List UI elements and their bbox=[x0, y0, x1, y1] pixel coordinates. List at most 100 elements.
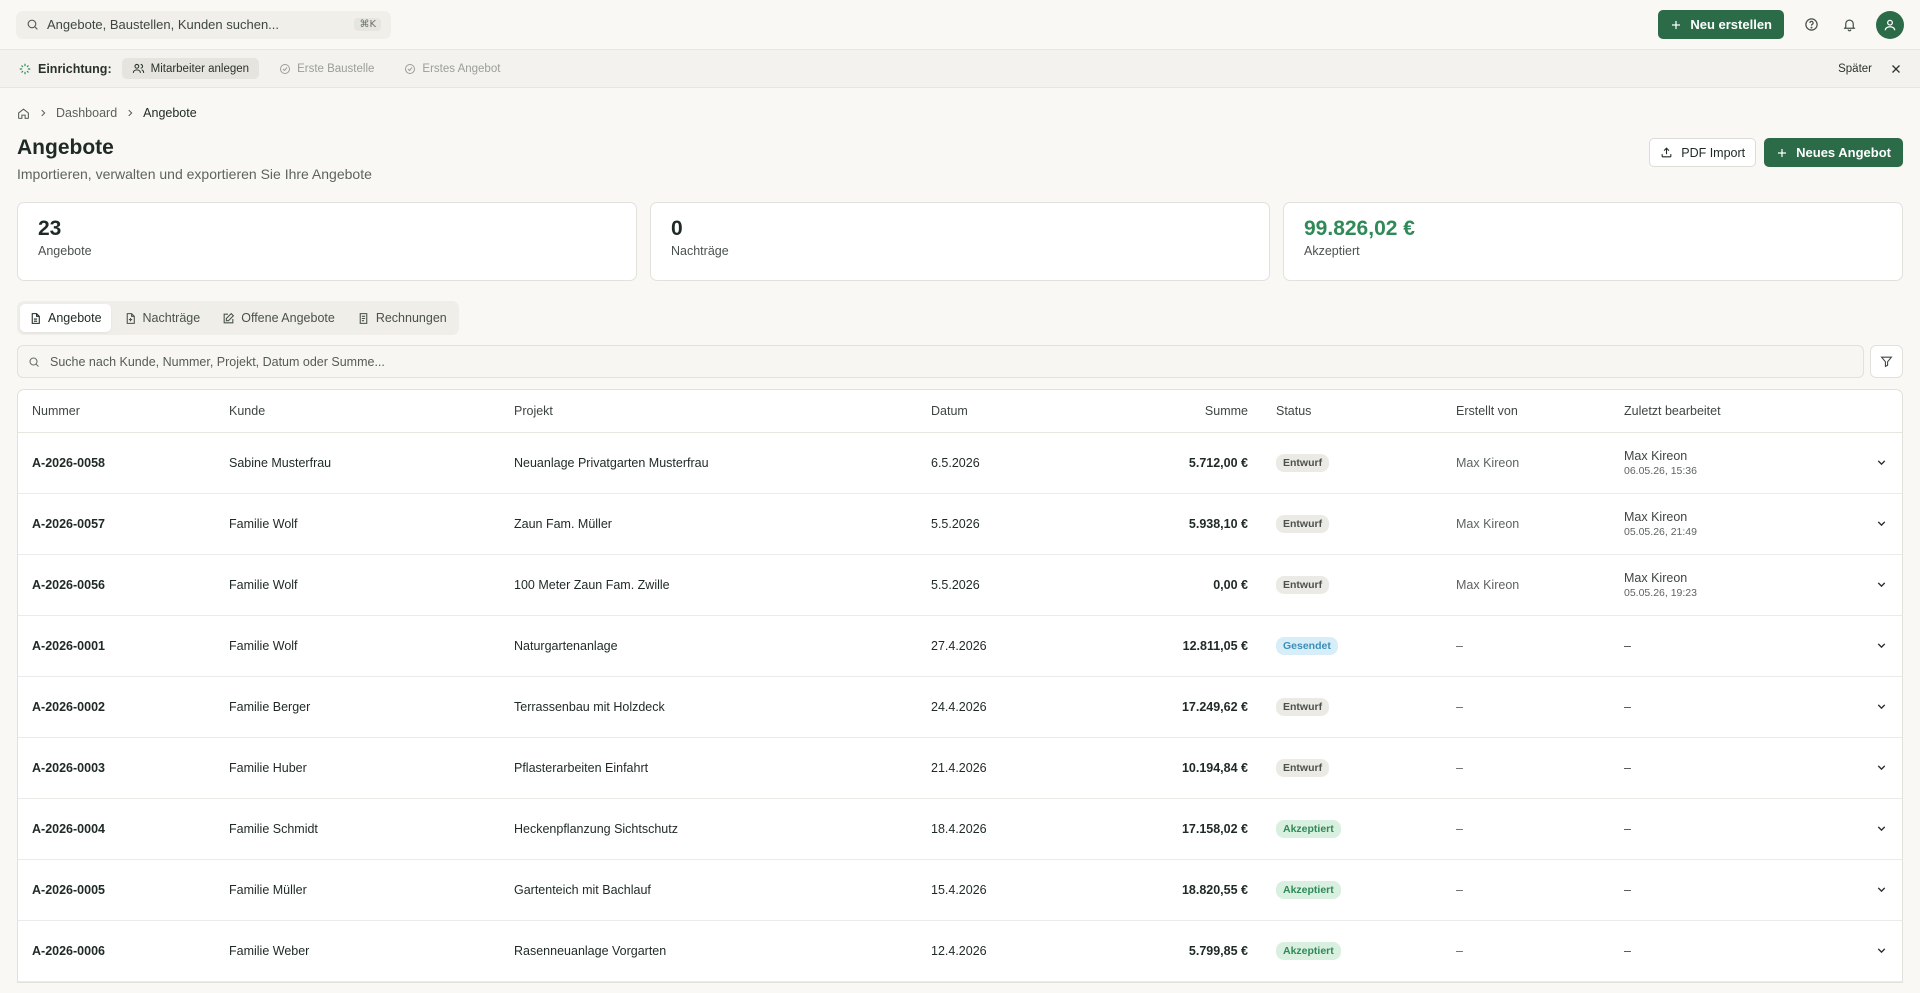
tab-angebote[interactable]: Angebote bbox=[20, 304, 111, 332]
setup-step-mitarbeiter[interactable]: Mitarbeiter anlegen bbox=[121, 58, 260, 79]
edited-time: 06.05.26, 15:36 bbox=[1624, 464, 1697, 477]
chevron-down-icon[interactable] bbox=[1834, 700, 1888, 713]
cell-nummer: A-2026-0058 bbox=[18, 432, 215, 494]
cell-projekt: 100 Meter Zaun Fam. Zwille bbox=[500, 554, 917, 616]
global-search-input[interactable] bbox=[47, 17, 347, 32]
new-create-button[interactable]: Neu erstellen bbox=[1658, 10, 1784, 39]
table-row[interactable]: A-2026-0058 Sabine Musterfrau Neuanlage Pr… bbox=[18, 432, 1902, 494]
cell-datum: 5.5.2026 bbox=[917, 493, 1054, 555]
filter-button[interactable] bbox=[1870, 345, 1903, 378]
cell-erstellt: Max Kireon bbox=[1442, 493, 1610, 555]
cell-bearbeitet: – bbox=[1610, 859, 1820, 921]
col-header-nummer[interactable]: Nummer bbox=[18, 390, 215, 433]
cell-status: Entwurf bbox=[1262, 737, 1442, 799]
cell-status: Entwurf bbox=[1262, 432, 1442, 494]
chevron-down-icon[interactable] bbox=[1834, 822, 1888, 835]
setup-bar: Einrichtung: Mitarbeiter anlegen Erste B… bbox=[0, 50, 1920, 88]
cell-actions bbox=[1820, 798, 1902, 860]
breadcrumb-current: Angebote bbox=[143, 106, 197, 120]
cell-datum: 27.4.2026 bbox=[917, 615, 1054, 677]
table-row[interactable]: A-2026-0005 Familie Müller Gartenteich mit… bbox=[18, 859, 1902, 921]
table-row[interactable]: A-2026-0006 Familie Weber Rasenneuanlage V… bbox=[18, 920, 1902, 982]
file-plus-icon bbox=[124, 312, 137, 325]
offers-table: Nummer Kunde Projekt Datum Summe Status … bbox=[17, 389, 1903, 983]
users-icon bbox=[132, 62, 145, 75]
plus-icon bbox=[1776, 147, 1788, 159]
chevron-down-icon[interactable] bbox=[1834, 761, 1888, 774]
cell-actions bbox=[1820, 859, 1902, 921]
cell-status: Akzeptiert bbox=[1262, 859, 1442, 921]
chevron-down-icon[interactable] bbox=[1834, 944, 1888, 957]
cell-kunde: Familie Berger bbox=[215, 676, 500, 738]
help-icon[interactable] bbox=[1800, 14, 1822, 36]
tab-offene-angebote[interactable]: Offene Angebote bbox=[213, 304, 344, 332]
setup-step-baustelle[interactable]: Erste Baustelle bbox=[269, 59, 384, 79]
cell-erstellt: Max Kireon bbox=[1442, 432, 1610, 494]
cell-status: Akzeptiert bbox=[1262, 798, 1442, 860]
user-avatar[interactable] bbox=[1876, 10, 1904, 39]
table-header-row: Nummer Kunde Projekt Datum Summe Status … bbox=[18, 390, 1902, 433]
edited-by: – bbox=[1624, 821, 1631, 836]
chevron-down-icon[interactable] bbox=[1834, 456, 1888, 469]
col-header-datum[interactable]: Datum bbox=[917, 390, 1054, 433]
table-row[interactable]: A-2026-0002 Familie Berger Terrassenbau mi… bbox=[18, 676, 1902, 738]
bell-icon[interactable] bbox=[1838, 14, 1860, 36]
home-icon[interactable] bbox=[17, 107, 30, 120]
edited-by: Max Kireon bbox=[1624, 570, 1688, 585]
table-row[interactable]: A-2026-0056 Familie Wolf 100 Meter Zaun Fa… bbox=[18, 554, 1902, 616]
col-header-summe[interactable]: Summe bbox=[1054, 390, 1262, 433]
table-search[interactable] bbox=[17, 345, 1864, 378]
edited-by: – bbox=[1624, 638, 1631, 653]
cell-erstellt: Max Kireon bbox=[1442, 554, 1610, 616]
cell-actions bbox=[1820, 554, 1902, 616]
cell-actions bbox=[1820, 432, 1902, 494]
table-row[interactable]: A-2026-0057 Familie Wolf Zaun Fam. Müller 5… bbox=[18, 493, 1902, 555]
col-header-bearbeitet[interactable]: Zuletzt bearbeitet bbox=[1610, 390, 1820, 433]
cell-nummer: A-2026-0004 bbox=[18, 798, 215, 860]
cell-datum: 5.5.2026 bbox=[917, 554, 1054, 616]
tab-nachtraege[interactable]: Nachträge bbox=[115, 304, 210, 332]
search-icon bbox=[26, 18, 39, 31]
cell-bearbeitet: – bbox=[1610, 737, 1820, 799]
chevron-right-icon bbox=[38, 108, 48, 118]
edited-time: 05.05.26, 19:23 bbox=[1624, 586, 1697, 599]
tab-bar: Angebote Nachträge Offene Angebote Rechn… bbox=[17, 301, 459, 335]
cell-nummer: A-2026-0003 bbox=[18, 737, 215, 799]
tab-rechnungen[interactable]: Rechnungen bbox=[348, 304, 456, 332]
table-row[interactable]: A-2026-0004 Familie Schmidt Heckenpflanzun… bbox=[18, 798, 1902, 860]
status-badge: Entwurf bbox=[1276, 697, 1330, 716]
col-header-status[interactable]: Status bbox=[1262, 390, 1442, 433]
col-header-projekt[interactable]: Projekt bbox=[500, 390, 917, 433]
status-badge: Entwurf bbox=[1276, 514, 1330, 533]
stat-card-angebote: 23 Angebote bbox=[17, 202, 637, 281]
chevron-down-icon[interactable] bbox=[1834, 639, 1888, 652]
status-badge: Akzeptiert bbox=[1276, 819, 1341, 838]
cell-kunde: Familie Wolf bbox=[215, 554, 500, 616]
cell-datum: 24.4.2026 bbox=[917, 676, 1054, 738]
cell-datum: 15.4.2026 bbox=[917, 859, 1054, 921]
cell-projekt: Rasenneuanlage Vorgarten bbox=[500, 920, 917, 982]
table-search-input[interactable] bbox=[50, 354, 1853, 369]
close-icon[interactable] bbox=[1890, 63, 1902, 75]
chevron-down-icon[interactable] bbox=[1834, 883, 1888, 896]
cell-datum: 12.4.2026 bbox=[917, 920, 1054, 982]
cell-status: Gesendet bbox=[1262, 615, 1442, 677]
chevron-down-icon[interactable] bbox=[1834, 578, 1888, 591]
col-header-kunde[interactable]: Kunde bbox=[215, 390, 500, 433]
cell-datum: 6.5.2026 bbox=[917, 432, 1054, 494]
table-row[interactable]: A-2026-0001 Familie Wolf Naturgartenanlage… bbox=[18, 615, 1902, 677]
status-badge: Entwurf bbox=[1276, 758, 1330, 777]
col-header-erstellt[interactable]: Erstellt von bbox=[1442, 390, 1610, 433]
breadcrumb-dashboard[interactable]: Dashboard bbox=[56, 106, 117, 120]
global-search[interactable]: ⌘K bbox=[16, 10, 391, 39]
later-button[interactable]: Später bbox=[1838, 63, 1872, 75]
chevron-down-icon[interactable] bbox=[1834, 517, 1888, 530]
pdf-import-button[interactable]: PDF Import bbox=[1649, 138, 1757, 167]
new-offer-button[interactable]: Neues Angebot bbox=[1764, 138, 1903, 167]
cell-erstellt: – bbox=[1442, 859, 1610, 921]
cell-status: Entwurf bbox=[1262, 554, 1442, 616]
cell-kunde: Familie Weber bbox=[215, 920, 500, 982]
setup-step-angebot[interactable]: Erstes Angebot bbox=[394, 59, 510, 79]
table-row[interactable]: A-2026-0003 Familie Huber Pflasterarbeiten… bbox=[18, 737, 1902, 799]
cell-erstellt: – bbox=[1442, 737, 1610, 799]
